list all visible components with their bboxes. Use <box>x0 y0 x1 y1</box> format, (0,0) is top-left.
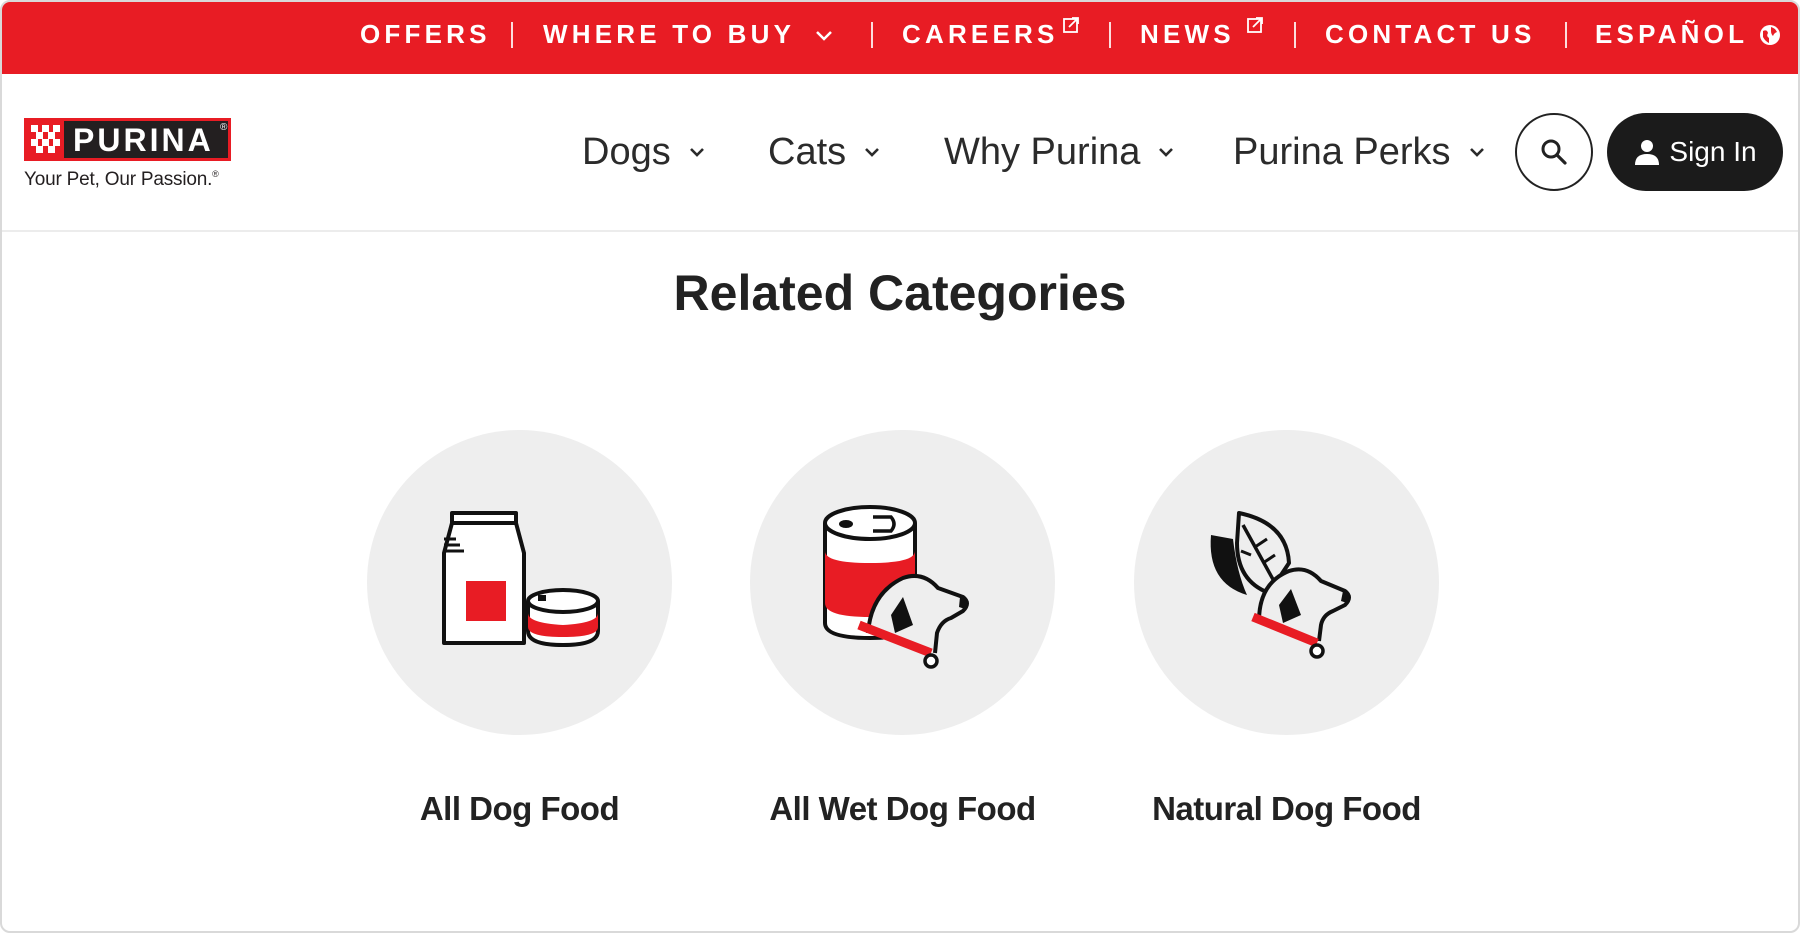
utility-link-label: ESPAÑOL <box>1595 19 1749 49</box>
nav-why-purina[interactable]: Why Purina <box>944 126 1174 178</box>
utility-link-label: CAREERS <box>902 19 1059 49</box>
sign-in-button[interactable]: Sign In <box>1607 113 1783 191</box>
search-icon <box>1541 139 1567 165</box>
nav-dogs[interactable]: Dogs <box>582 126 705 178</box>
utility-link-label: WHERE TO BUY <box>543 19 796 49</box>
utility-link-espanol[interactable]: ESPAÑOL <box>1595 16 1780 52</box>
logo-wordmark: PURINA <box>73 122 214 158</box>
nav-label: Purina Perks <box>1233 131 1451 173</box>
wet-food-can-dog-icon <box>822 504 969 669</box>
leaf-dog-icon <box>1210 510 1351 659</box>
chevron-down-icon <box>816 31 832 41</box>
search-button[interactable] <box>1515 113 1593 191</box>
divider <box>1109 22 1111 48</box>
site-header: PURINA ® Your Pet, Our Passion.® Dogs Ca… <box>2 74 1798 232</box>
category-icon-circle <box>367 430 672 735</box>
tagline: Your Pet, Our Passion.® <box>24 169 219 191</box>
divider <box>511 22 513 48</box>
nav-cats[interactable]: Cats <box>768 126 880 178</box>
utility-link-label: NEWS <box>1140 19 1235 49</box>
category-label: All Dog Food <box>419 790 620 827</box>
chevron-down-icon <box>865 148 880 157</box>
chevron-down-icon <box>689 148 704 157</box>
utility-bar: OFFERS WHERE TO BUY CAREERS NEWS CONTACT… <box>2 2 1798 74</box>
category-card-natural-dog-food[interactable]: Natural Dog Food <box>1134 430 1439 827</box>
utility-link-label: OFFERS <box>360 19 491 49</box>
divider <box>871 22 873 48</box>
category-label: Natural Dog Food <box>1152 790 1421 827</box>
purina-logo[interactable]: PURINA ® Your Pet, Our Passion.® <box>24 118 240 192</box>
utility-link-careers[interactable]: CAREERS <box>902 16 1079 52</box>
utility-link-contact-us[interactable]: CONTACT US <box>1325 16 1536 52</box>
category-card-all-dog-food[interactable]: All Dog Food <box>367 430 672 827</box>
sign-in-label: Sign In <box>1669 136 1757 167</box>
registered-mark: ® <box>220 122 228 133</box>
page-frame: OFFERS WHERE TO BUY CAREERS NEWS CONTACT… <box>0 0 1800 933</box>
utility-link-news[interactable]: NEWS <box>1140 16 1263 52</box>
external-link-icon <box>1247 17 1263 33</box>
nav-purina-perks[interactable]: Purina Perks <box>1233 126 1485 178</box>
logo-badge: PURINA ® <box>24 118 231 161</box>
external-link-icon <box>1063 17 1079 33</box>
utility-link-label: CONTACT US <box>1325 19 1536 49</box>
category-icon-circle <box>1134 430 1439 735</box>
chevron-down-icon <box>1159 148 1174 157</box>
divider <box>1294 22 1296 48</box>
category-label: All Wet Dog Food <box>769 790 1036 827</box>
nav-label: Why Purina <box>944 131 1141 173</box>
chevron-down-icon <box>1469 148 1484 157</box>
checkerboard-icon <box>27 121 64 158</box>
tagline-registered-mark: ® <box>212 169 219 179</box>
utility-link-offers[interactable]: OFFERS <box>360 16 491 52</box>
section-title: Related Categories <box>673 265 1127 321</box>
user-icon <box>1635 140 1660 165</box>
utility-link-where-to-buy[interactable]: WHERE TO BUY <box>543 16 832 52</box>
globe-icon <box>1760 25 1780 45</box>
divider <box>1565 22 1567 48</box>
nav-label: Cats <box>768 131 847 173</box>
tagline-text: Your Pet, Our Passion. <box>24 169 213 190</box>
category-card-all-wet-dog-food[interactable]: All Wet Dog Food <box>750 430 1055 827</box>
nav-label: Dogs <box>582 131 671 173</box>
category-icon-circle <box>750 430 1055 735</box>
dry-and-wet-food-icon <box>441 510 600 647</box>
